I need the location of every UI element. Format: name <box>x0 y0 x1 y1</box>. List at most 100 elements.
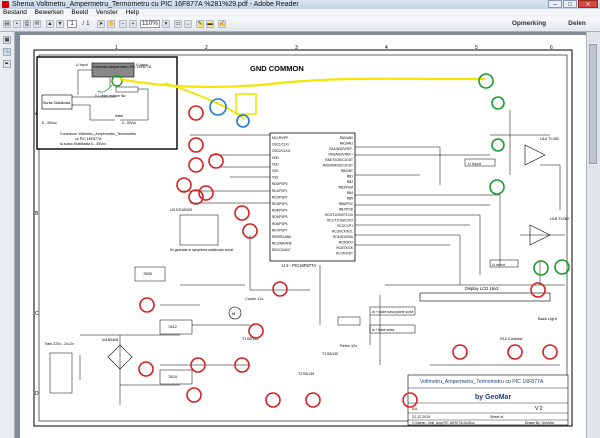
chip-pin-left: VDD <box>272 162 279 166</box>
chip-label: U 2 - PIC16F877A <box>282 263 316 268</box>
next-page-icon[interactable]: ▼ <box>56 20 64 28</box>
email-icon[interactable]: ✉ <box>33 20 41 28</box>
green-highlight <box>491 96 505 110</box>
green-highlight <box>489 179 505 195</box>
chip-pin-right: RB1 <box>347 175 353 179</box>
ic-7824-label: 7824 <box>168 374 178 379</box>
svg-text:M: M <box>232 311 235 316</box>
chip-pin-right: RA2/AN2/VREF- <box>329 147 353 151</box>
open-icon[interactable]: ▤ <box>3 20 11 28</box>
bridge-label: 4x1N5408 <box>102 338 118 342</box>
zoom-in-icon[interactable]: + <box>129 20 137 28</box>
chip-pin-left: RD7/PSP7 <box>272 228 288 232</box>
zoom-select[interactable]: 110% <box>140 20 160 28</box>
select-tool-icon[interactable]: ➤ <box>97 20 105 28</box>
chip-pin-right: RC6/TX/CK <box>336 246 354 250</box>
zoom-dropdown-icon[interactable]: ▾ <box>162 20 170 28</box>
chip-pin-right: RB2 <box>347 180 353 184</box>
red-highlight <box>138 361 154 377</box>
red-highlight <box>507 344 523 360</box>
inset-connection-diagram: Voltmetru Ampermetru PIC 16F877A U Input… <box>36 56 178 150</box>
page-total: / 1 <box>82 20 90 27</box>
chip-pin-right: RC3/SCK/SCL <box>332 230 353 234</box>
document-viewport[interactable]: 1 2 3 4 5 6 A B C D Voltmetru Ampermetru… <box>15 32 600 438</box>
border-number: 4 <box>385 45 388 51</box>
chip-pin-left: RD3/PSP3 <box>272 202 288 206</box>
chip-pin-right: RA0/AN0 <box>340 136 354 140</box>
inset-iesire: Iesire <box>115 114 123 118</box>
attachments-icon[interactable]: 📎 <box>3 48 11 56</box>
page-number-input[interactable]: 1 <box>67 20 77 28</box>
window-controls: – □ ✕ <box>548 0 598 9</box>
chip-pin-left: MCLR/VPP <box>272 136 288 140</box>
la-mode-label: la + mode sursa putere surse <box>372 310 414 314</box>
red-highlight <box>305 392 321 408</box>
menu-help[interactable]: Help <box>123 9 142 17</box>
zoom-out-icon[interactable]: − <box>119 20 127 28</box>
print-icon[interactable]: ⎙ <box>23 20 31 28</box>
adobe-reader-icon <box>2 1 9 8</box>
window-titlebar: Shema Voltmetru_Ampermetru_Termometru cu… <box>0 0 600 9</box>
border-number: 2 <box>205 45 208 51</box>
inset-caption-3: la sursa Stabilizata 0...30Vcc <box>60 142 106 146</box>
chip-pin-left: VDD <box>272 156 279 160</box>
hand-tool-icon[interactable]: ✋ <box>107 20 115 28</box>
chip-pin-left: RE2/CS/AN7 <box>272 248 291 252</box>
border-number: 3 <box>295 45 298 51</box>
chip-pin-left: VSS <box>272 176 278 180</box>
inset-caption-1: Conexiune Voltmetru_Ampermetru_Termometr… <box>60 132 136 136</box>
highlight-icon[interactable]: ▬ <box>206 20 214 28</box>
gnd-common-label: GND COMMON <box>250 64 304 73</box>
green-highlight <box>478 73 494 89</box>
close-button[interactable]: ✕ <box>578 0 598 8</box>
menu-bewerken[interactable]: Bewerken <box>32 9 67 17</box>
chip-pin-right: RB7/PGD <box>339 208 354 212</box>
menu-venster[interactable]: Venster <box>93 9 121 17</box>
scrollbar-thumb[interactable] <box>589 44 597 164</box>
maximize-button[interactable]: □ <box>563 0 577 8</box>
page-thumbnails-icon[interactable]: ▦ <box>3 36 11 44</box>
border-letter: D <box>35 391 39 397</box>
fit-page-icon[interactable]: ▭ <box>174 20 182 28</box>
footer-by: by GeoMar <box>475 394 511 401</box>
share-panel-button[interactable]: Delen <box>562 20 592 28</box>
toolbar: ▤ ▪ ⎙ ✉ ▲ ▼ 1 / 1 ➤ ✋ − + 110% ▾ ▭ ↔ ✎ ▬… <box>0 17 600 32</box>
lcd-label: Display LCD 16x2 <box>465 286 499 291</box>
fit-width-icon[interactable]: ↔ <box>184 20 192 28</box>
inset-caption-2: cu PIC 16F877A <box>75 137 102 141</box>
trafo-label: Trafo 220v - 2x12v <box>44 342 74 346</box>
prev-page-icon[interactable]: ▲ <box>46 20 54 28</box>
chip-pin-right: RB3/PGM <box>339 186 354 190</box>
red-highlight <box>248 323 264 339</box>
footer-file: C:\Users\...\Volt_Amp PIC 16F877A.SchDoc <box>412 421 475 425</box>
chip-pin-right: RC5/SDO <box>339 241 354 245</box>
u-input-1: U Input <box>468 161 482 166</box>
inset-u-input-left: U Input <box>76 63 88 67</box>
border-number: 6 <box>550 45 553 51</box>
menu-beeld[interactable]: Beeld <box>68 9 91 17</box>
sticky-note-icon[interactable]: ✎ <box>196 20 204 28</box>
ds18s20-label: U3 DS18S20 <box>170 208 192 212</box>
navigation-panel: ▦ 📎 ✒ <box>0 32 15 438</box>
red-highlight <box>272 281 288 297</box>
menu-bestand[interactable]: Bestand <box>0 9 30 17</box>
red-highlight <box>234 205 250 221</box>
relay-label: Releu 12v <box>340 344 357 348</box>
ic-7805-label: 7805 <box>143 271 153 276</box>
border-letter: B <box>35 211 39 217</box>
u1a-label: U1A TL082 <box>540 137 559 141</box>
sign-icon[interactable]: ✍ <box>218 20 226 28</box>
green-highlight <box>533 260 549 276</box>
chip-pin-left: RE0/RD/AN5 <box>272 235 291 239</box>
back-light-label: Back Light <box>538 316 558 321</box>
chip-pin-right: RA5/AN4/SS/C2OUT <box>323 164 353 168</box>
red-highlight <box>208 153 224 169</box>
vertical-scrollbar[interactable] <box>586 32 600 438</box>
comment-panel-button[interactable]: Opmerking <box>509 20 549 28</box>
save-icon[interactable]: ▪ <box>13 20 21 28</box>
footer-rev: V 2 <box>535 406 543 412</box>
border-number: 1 <box>115 45 118 51</box>
la-minus-label: la + iesire surse <box>372 328 395 332</box>
signatures-icon[interactable]: ✒ <box>3 60 11 68</box>
minimize-button[interactable]: – <box>548 0 562 8</box>
